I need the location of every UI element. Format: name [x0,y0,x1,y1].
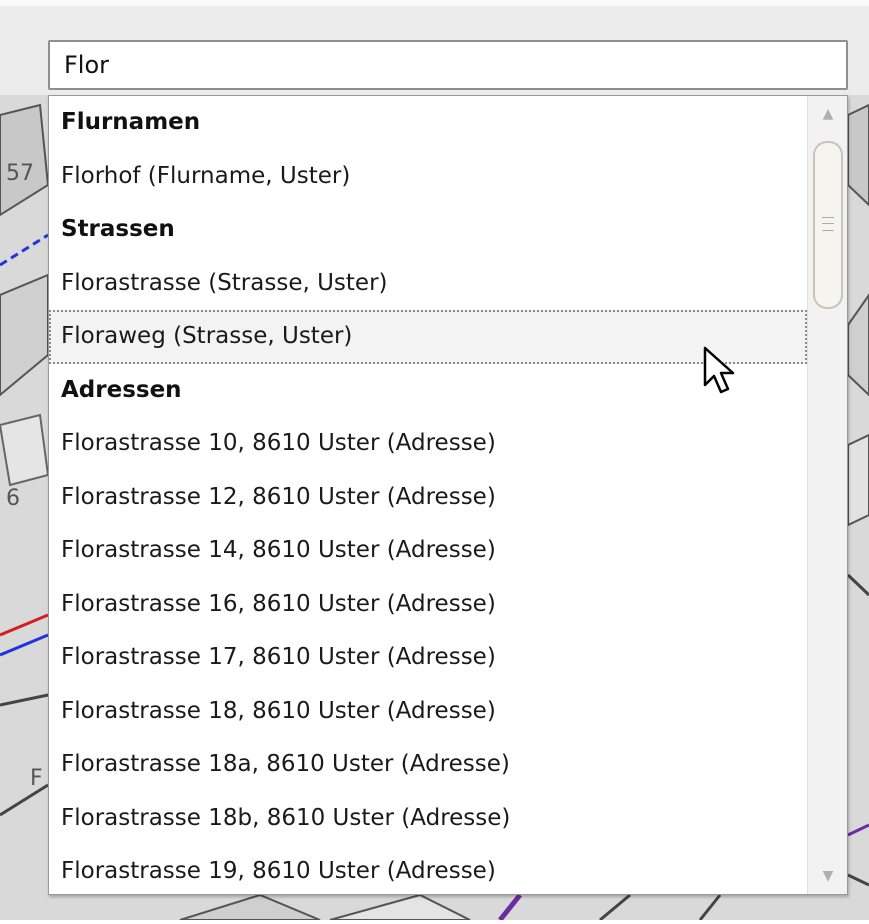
toolbar-top-strip [0,0,869,6]
group-header-adressen: Adressen [61,376,182,403]
map-label: 6 [6,486,20,511]
suggestion-item[interactable]: Florastrasse 18, 8610 Uster (Adresse) [49,685,807,739]
mouse-cursor-icon [703,346,735,394]
dropdown-scrollbar[interactable]: ▲ ▼ [807,96,847,894]
suggestion-item[interactable]: Florastrasse 17, 8610 Uster (Adresse) [49,631,807,685]
search-input[interactable] [50,42,846,88]
group-header-flurnamen: Flurnamen [61,109,201,135]
scroll-down-arrow-icon[interactable]: ▼ [808,858,847,894]
suggestion-item[interactable]: Florhof (Flurname, Uster) [49,150,807,204]
scroll-up-arrow-icon[interactable]: ▲ [808,96,847,132]
search-box[interactable] [48,40,848,90]
autocomplete-dropdown: Flurnamen Florhof (Flurname, Uster) Stra… [48,95,848,895]
suggestion-item[interactable]: Florastrasse 18a, 8610 Uster (Adresse) [49,738,807,792]
suggestion-item-hovered[interactable]: Floraweg (Strasse, Uster) [49,310,807,364]
suggestion-item[interactable]: Florastrasse 12, 8610 Uster (Adresse) [49,471,807,525]
group-header-strassen: Strassen [61,216,175,242]
map-label: 57 [6,161,34,186]
suggestion-item[interactable]: Florastrasse (Strasse, Uster) [49,257,807,311]
suggestion-item[interactable]: Florastrasse 19, 8610 Uster (Adresse) [49,845,807,894]
suggestion-item[interactable]: Florastrasse 14, 8610 Uster (Adresse) [49,524,807,578]
suggestion-item[interactable]: Florastrasse 10, 8610 Uster (Adresse) [49,417,807,471]
suggestion-item[interactable]: Florastrasse 16, 8610 Uster (Adresse) [49,578,807,632]
suggestion-item[interactable]: Florastrasse 18b, 8610 Uster (Adresse) [49,792,807,846]
map-label: F [30,766,43,791]
suggestion-list: Flurnamen Florhof (Flurname, Uster) Stra… [49,96,807,894]
grip-icon [822,217,834,231]
scrollbar-thumb[interactable] [813,141,843,309]
